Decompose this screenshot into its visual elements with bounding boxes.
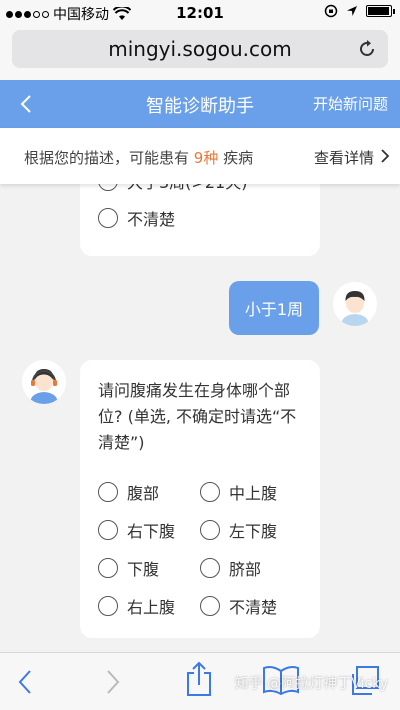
question-card: 请问腹痛发生在身体哪个部位? (单选, 不确定时请选“不清楚”) 腹部 中上腹 … (80, 360, 320, 638)
url-field[interactable]: mingyi.sogou.com (12, 30, 388, 68)
option-label: 不清楚 (127, 210, 176, 229)
back-icon[interactable] (16, 669, 34, 695)
chevron-right-icon[interactable] (380, 148, 390, 164)
app-header: 智能诊断助手 开始新问题 (0, 80, 400, 128)
view-details-link[interactable]: 查看详情 (314, 147, 374, 168)
diagnosis-bar: 根据您的描述，可能患有 9种 疾病 查看详情 (0, 128, 400, 184)
option-unsure[interactable]: 不清楚 (98, 206, 175, 230)
radio-icon[interactable] (200, 596, 220, 616)
radio-icon[interactable] (200, 558, 220, 578)
previous-question-card: 大于3周(>21天) 不清楚 (80, 184, 320, 256)
diagnosis-count: 9种 (193, 149, 219, 167)
share-icon[interactable] (185, 661, 213, 697)
user-reply-bubble: 小于1周 (229, 281, 319, 335)
option-label: 中上腹 (229, 484, 278, 503)
option-label: 腹部 (127, 484, 160, 503)
option-navel[interactable]: 脐部 (200, 556, 261, 580)
watermark: 知乎 @阿拉灯神丁Vicky (234, 676, 388, 692)
option-label: 下腹 (127, 560, 160, 579)
radio-icon[interactable] (200, 520, 220, 540)
option-label: 脐部 (229, 560, 262, 579)
reload-icon[interactable] (356, 38, 378, 60)
assistant-avatar-icon (22, 360, 66, 404)
forward-icon[interactable] (104, 669, 122, 695)
option-label: 右下腹 (127, 522, 176, 541)
question-text: 请问腹痛发生在身体哪个部位? (单选, 不确定时请选“不清楚”) (98, 381, 297, 452)
diagnosis-suffix: 疾病 (223, 149, 254, 167)
option-label: 大于3周(>21天) (127, 184, 247, 193)
option-unsure-location[interactable]: 不清楚 (200, 594, 277, 618)
chat-area[interactable]: 大于3周(>21天) 不清楚 小于1周 请问腹痛发生在身体哪个 (0, 184, 400, 652)
user-reply-text: 小于1周 (244, 300, 304, 319)
new-question-button[interactable]: 开始新问题 (313, 93, 388, 114)
diagnosis-prefix: 根据您的描述，可能患有 (24, 149, 190, 167)
status-right (324, 4, 395, 18)
option-abdomen[interactable]: 腹部 (98, 480, 159, 504)
url-text: mingyi.sogou.com (108, 37, 292, 61)
option-lower-left[interactable]: 左下腹 (200, 518, 277, 542)
radio-icon[interactable] (98, 184, 118, 191)
option-lower-right[interactable]: 右下腹 (98, 518, 175, 542)
radio-icon[interactable] (98, 208, 118, 228)
radio-icon[interactable] (98, 596, 118, 616)
option-upper-middle[interactable]: 中上腹 (200, 480, 277, 504)
radio-icon[interactable] (98, 482, 118, 502)
rotation-lock-icon (324, 4, 338, 18)
location-arrow-icon (347, 6, 357, 16)
diagnosis-summary: 根据您的描述，可能患有 9种 疾病 (24, 147, 253, 168)
radio-icon[interactable] (200, 482, 220, 502)
radio-icon[interactable] (98, 520, 118, 540)
option-label: 左下腹 (229, 522, 278, 541)
browser-bar: mingyi.sogou.com (0, 26, 400, 80)
option-lower[interactable]: 下腹 (98, 556, 159, 580)
assistant-avatar (22, 360, 66, 404)
browser-toolbar: 知乎 @阿拉灯神丁Vicky (0, 652, 400, 710)
status-bar: 中国移动 12:01 (0, 0, 400, 26)
option-upper-right[interactable]: 右上腹 (98, 594, 175, 618)
option-label: 不清楚 (229, 598, 278, 617)
battery-icon (366, 5, 395, 17)
option-label: 右上腹 (127, 598, 176, 617)
radio-icon[interactable] (98, 558, 118, 578)
user-avatar (333, 282, 377, 326)
user-avatar-icon (333, 282, 377, 326)
option-more-than-3-weeks[interactable]: 大于3周(>21天) (98, 184, 247, 193)
